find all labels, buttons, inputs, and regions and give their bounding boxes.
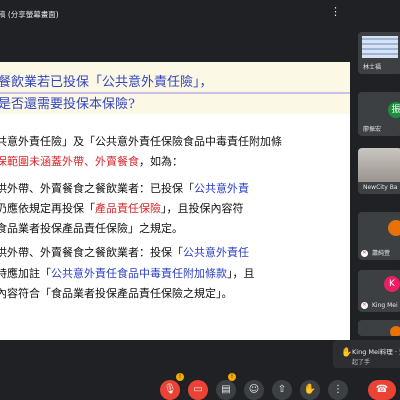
emoji-icon: ☺ <box>248 384 260 395</box>
slide-text-line: 供外帶、外賣餐食之餐飲業者：投保「公共意外責任 <box>0 246 249 259</box>
avatar <box>388 220 400 236</box>
video-feed <box>358 148 400 182</box>
highlight-blue: 公共意外責任食品中毒責任附加條款 <box>51 267 227 280</box>
participant-tile[interactable]: K ✕ King Mei <box>358 270 400 312</box>
avatar: K <box>384 276 400 292</box>
slide-question-line-2: 是否還需要投保本保險? <box>0 97 135 112</box>
slide-text-line: 內容符合「食品業者投保產品責任保險之規定」。 <box>0 287 233 300</box>
warning-badge: ! <box>176 373 184 381</box>
highlight-red: 保範圍未涵蓋外帶、外賣餐食 <box>0 155 139 168</box>
more-options-button[interactable]: ⋮ <box>328 380 348 400</box>
captions-icon: ▤ <box>221 384 231 395</box>
more-vertical-icon: ⋮ <box>333 384 343 395</box>
captions-button[interactable]: ▤ <box>216 380 236 400</box>
mic-off-icon: ✕ <box>361 302 368 309</box>
participant-tile[interactable]: 林士福 <box>358 32 400 74</box>
raise-hand-button[interactable]: ✋ <box>300 380 320 400</box>
screen-thumbnail <box>362 36 398 58</box>
participant-tile[interactable]: 振 廖振宏 <box>358 92 400 136</box>
reactions-button[interactable]: ☺ <box>244 380 264 400</box>
highlight-blue: 公共意外責 <box>194 182 249 195</box>
slide-text-line: 保範圍未涵蓋外帶、外賣餐食，如為： <box>0 153 183 169</box>
raised-hand-notification[interactable]: ✋ King Mei料理 · 江 起了手 <box>333 340 400 368</box>
raised-hand-icon: ✋ <box>303 384 317 395</box>
mic-off-icon: 🎙 <box>163 384 177 395</box>
raised-hand-icon: ✋ <box>341 348 353 358</box>
slide-text-line: 食品業者投保產品責任保險」之規定。 <box>0 222 183 235</box>
highlight-blue: 公共意外責任 <box>183 246 249 259</box>
participant-tile[interactable]: NewCity Ba <box>358 148 400 194</box>
highlight-red: 產品責任保險 <box>95 202 161 215</box>
end-call-icon: ☎ <box>375 384 389 395</box>
leave-call-button[interactable]: ☎ <box>368 380 396 400</box>
present-button[interactable]: ⇧ <box>272 380 292 400</box>
meeting-top-bar: 稿 (分享螢幕畫面) ⋮ <box>0 0 400 26</box>
mic-off-icon: ✕ <box>361 250 368 257</box>
slide-text-line: 共意外責任險」及「公共意外責任保險食品中毒責任附加條 <box>0 135 282 148</box>
slide-text-line: 仍應依規定再投保「產品責任保險」，且投保內容符 <box>0 202 244 215</box>
participant-tile[interactable]: ✕ 蕭純萱 <box>358 212 400 260</box>
avatar: 振 <box>388 102 400 118</box>
present-icon: ⇧ <box>277 384 287 395</box>
slide-question-line-1: 餐飲業若已投保「公共意外責任險」， <box>0 75 213 90</box>
avatar <box>390 326 400 336</box>
camera-off-icon: ▭ <box>193 384 203 395</box>
slide-text-line: 時應加註「公共意外責任食品中毒責任附加條款」，且 <box>0 267 255 280</box>
camera-toggle-button[interactable]: ▭ <box>188 380 208 400</box>
slide-text-line: 供外帶、外賣餐食之餐飲業者：已投保「公共意外責 <box>0 182 249 195</box>
presentation-title: 稿 (分享螢幕畫面) <box>0 10 59 19</box>
shared-screen: 餐飲業若已投保「公共意外責任險」， 是否還需要投保本保險? 共意外責任險」及「公… <box>0 62 350 340</box>
more-vertical-icon[interactable]: ⋮ <box>330 6 341 17</box>
mic-toggle-button[interactable]: 🎙 <box>160 380 180 400</box>
participant-tile[interactable] <box>358 320 400 336</box>
